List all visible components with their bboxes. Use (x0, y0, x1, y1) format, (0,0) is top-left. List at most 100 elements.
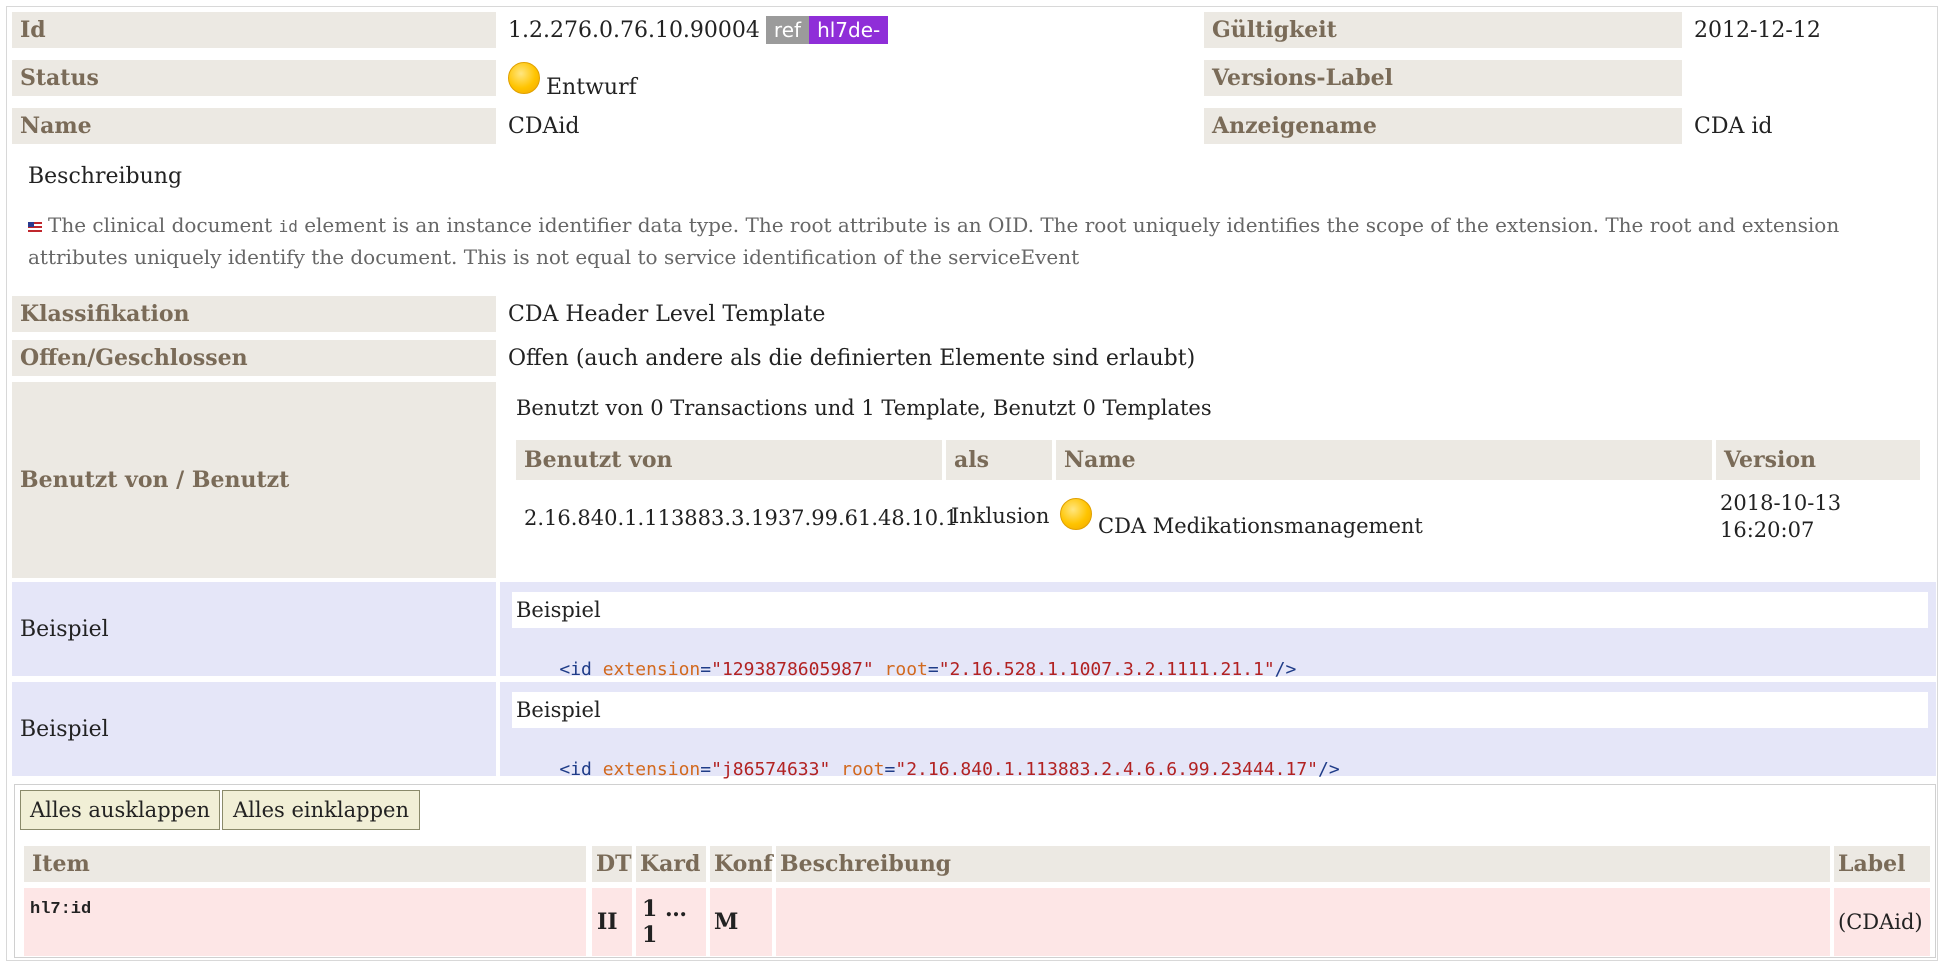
description-heading: Beschreibung (28, 164, 183, 189)
id-value: 1.2.276.0.76.10.90004 (508, 17, 760, 43)
usage-col-als: als (946, 440, 1052, 480)
gueltigkeit-label: Gültigkeit (1204, 12, 1682, 48)
items-row-item[interactable]: hl7:id (24, 888, 586, 956)
example-2-code-attr1: extension (602, 759, 701, 780)
usage-label: Benutzt von / Benutzt (12, 382, 496, 578)
items-row-label-text: (CDAid) (1838, 910, 1923, 934)
id-value-cell: 1.2.276.0.76.10.90004 ref hl7de- (500, 12, 1200, 48)
prefix-badge: hl7de- (809, 16, 889, 44)
klassifikation-label: Klassifikation (12, 296, 496, 332)
example-2-code-eq1: = (700, 759, 712, 780)
items-row-kard: 1 … 1 (636, 888, 706, 956)
example-2-title: Beispiel (512, 692, 1928, 728)
example-2-code-close: /> (1318, 759, 1340, 780)
example-2-code-eq2: = (884, 759, 896, 780)
name-label: Name (12, 108, 496, 144)
usage-row-version: 2018-10-13 16:20:07 (1720, 490, 1841, 544)
status-value: Entwurf (546, 75, 637, 100)
usage-col-benutzt-von-text: Benutzt von (524, 447, 673, 473)
usage-version-date: 2018-10-13 (1720, 491, 1842, 515)
items-col-dt: DT (592, 846, 632, 882)
example-1-code-open: <id (559, 659, 603, 680)
example-1-code-val1: "1293878605987" (711, 659, 874, 680)
us-flag-icon (28, 221, 42, 232)
items-col-label: Label (1834, 846, 1930, 882)
example-2-code-open: <id (559, 759, 603, 780)
example-2-code-val2: "2.16.840.1.113883.2.4.6.6.99.23444.17" (895, 759, 1319, 780)
items-row-konf: M (710, 888, 772, 956)
items-col-beschreibung: Beschreibung (776, 846, 1830, 882)
usage-label-text: Benutzt von / Benutzt (20, 467, 290, 493)
example-1-label: Beispiel (12, 582, 496, 676)
usage-version-time: 16:20:07 (1720, 518, 1815, 542)
description-line-1: The clinical document id element is an i… (28, 210, 1928, 242)
example-1-label-text: Beispiel (20, 616, 109, 642)
usage-row-name: CDA Medikationsmanagement (1098, 514, 1423, 538)
ref-badge[interactable]: ref (765, 16, 810, 44)
items-row-beschreibung (776, 888, 1830, 956)
id-label: Id (12, 12, 496, 48)
items-col-dt-text: DT (596, 851, 632, 877)
example-1-code-eq2: = (927, 659, 939, 680)
items-row-konf-text: M (714, 909, 739, 935)
offen-label-text: Offen/Geschlossen (20, 345, 248, 371)
example-2-label: Beispiel (12, 682, 496, 776)
example-1-code-attr2: root (884, 659, 928, 680)
klassifikation-value: CDA Header Level Template (500, 296, 1900, 332)
status-label: Status (12, 60, 496, 96)
example-2-code-val1: "j86574633" (711, 759, 831, 780)
collapse-all-button[interactable]: Alles einklappen (222, 790, 420, 830)
usage-col-version-text: Version (1724, 447, 1817, 473)
example-1-code-attr1: extension (602, 659, 701, 680)
expand-all-button[interactable]: Alles ausklappen (20, 790, 220, 830)
offen-value-text: Offen (auch andere als die definierten E… (508, 345, 1196, 371)
items-col-item: Item (24, 846, 586, 882)
items-row-dt: II (592, 888, 632, 956)
status-label-text: Status (20, 65, 99, 91)
anzeigename-label-text: Anzeigename (1212, 113, 1377, 139)
description-line-2: attributes uniquely identify the documen… (28, 245, 1080, 269)
klassifikation-label-text: Klassifikation (20, 301, 190, 327)
anzeigename-value: CDA id (1686, 108, 1936, 144)
usage-col-version: Version (1716, 440, 1920, 480)
items-row-label: (CDAid) (1834, 888, 1930, 956)
description-text: The clinical document id element is an i… (28, 210, 1928, 272)
items-col-beschreibung-text: Beschreibung (780, 851, 952, 877)
anzeigename-label: Anzeigename (1204, 108, 1682, 144)
items-col-konf-text: Konf (714, 851, 773, 877)
usage-col-als-text: als (954, 447, 989, 473)
example-2-code-attr2: root (841, 759, 885, 780)
gueltigkeit-value-text: 2012-12-12 (1694, 17, 1821, 43)
gueltigkeit-value: 2012-12-12 (1686, 12, 1936, 48)
name-label-text: Name (20, 113, 92, 139)
example-1-code-close: /> (1274, 659, 1297, 680)
description-text-after: element is an instance identifier data t… (304, 213, 1840, 237)
usage-col-name: Name (1056, 440, 1712, 480)
items-col-label-text: Label (1838, 851, 1906, 877)
items-col-item-text: Item (32, 851, 90, 877)
usage-col-benutzt-von: Benutzt von (516, 440, 942, 480)
items-col-kard: Kard (636, 846, 706, 882)
versions-label: Versions-Label (1204, 60, 1682, 96)
gueltigkeit-label-text: Gültigkeit (1212, 17, 1337, 43)
usage-row-name-cell[interactable]: CDA Medikationsmanagement (1060, 498, 1423, 538)
usage-row-als: Inklusion (951, 504, 1050, 528)
items-row-dt-text: II (597, 909, 618, 935)
offen-label: Offen/Geschlossen (12, 340, 496, 376)
items-col-kard-text: Kard (640, 851, 701, 877)
klassifikation-value-text: CDA Header Level Template (508, 301, 826, 327)
usage-summary: Benutzt von 0 Transactions und 1 Templat… (516, 396, 1212, 420)
usage-row-oid[interactable]: 2.16.840.1.113883.3.1937.99.61.48.10.1 (524, 506, 958, 530)
example-1-title: Beispiel (512, 592, 1928, 628)
status-draft-icon (508, 62, 540, 94)
example-1-box: Beispiel <id extension="1293878605987" r… (500, 582, 1936, 680)
example-1-code-eq1: = (700, 659, 712, 680)
usage-draft-icon (1060, 498, 1092, 530)
usage-col-name-text: Name (1064, 447, 1136, 473)
id-label-text: Id (20, 17, 46, 43)
description-code-word: id (278, 217, 298, 236)
description-text-before: The clinical document (48, 213, 273, 237)
status-value-cell: Entwurf (500, 56, 1200, 104)
name-value: CDAid (500, 108, 1200, 144)
items-row-kard-text: 1 … 1 (642, 896, 687, 948)
